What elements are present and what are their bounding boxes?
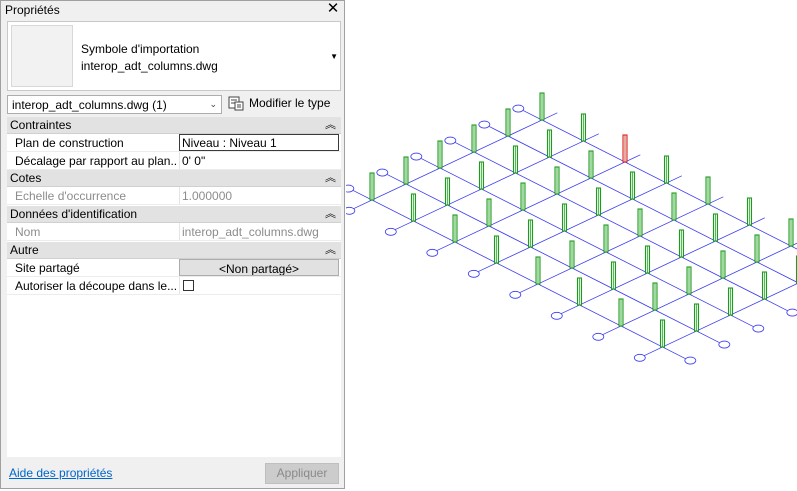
grid-bubble <box>509 290 522 299</box>
prop-label: Autoriser la découpe dans le... <box>15 279 177 293</box>
chevron-down-icon: ⌄ <box>209 99 217 109</box>
grid-line <box>436 154 641 252</box>
prop-value: 1.000000 <box>179 187 339 204</box>
prop-value-cell <box>179 277 339 294</box>
collapse-icon[interactable]: ︽ <box>325 170 336 186</box>
3d-view-canvas[interactable] <box>346 0 797 491</box>
prop-label: Plan de construction <box>15 136 124 150</box>
apply-button[interactable]: Appliquer <box>265 463 339 484</box>
grid-bubble <box>467 269 480 278</box>
prop-row-echelle: Echelle d'occurrence 1.000000 <box>7 187 341 205</box>
type-preview-image <box>11 25 73 87</box>
type-selector[interactable]: Symbole d'importation interop_adt_column… <box>7 21 341 91</box>
group-autre[interactable]: Autre ︽ <box>7 242 341 259</box>
group-cotes[interactable]: Cotes ︽ <box>7 170 341 187</box>
prop-value-input[interactable]: Niveau : Niveau 1 <box>179 134 339 151</box>
cut-checkbox[interactable] <box>183 280 194 291</box>
prop-row-site-partage[interactable]: Site partagé <Non partagé> <box>7 259 341 277</box>
grid-bubble <box>410 152 423 161</box>
group-identification[interactable]: Données d'identification ︽ <box>7 206 341 223</box>
grid-line <box>394 133 599 231</box>
prop-label: Nom <box>15 225 41 239</box>
edit-type-icon <box>228 96 244 111</box>
grid-bubble <box>718 340 731 349</box>
grid-bubble <box>752 324 765 333</box>
properties-grid: Contraintes ︽ Plan de construction Nivea… <box>7 117 341 457</box>
group-label: Données d'identification <box>10 207 138 221</box>
prop-row-autoriser-decoupe[interactable]: Autoriser la découpe dans le... <box>7 277 341 295</box>
grid-bubble <box>384 227 397 236</box>
grid-bubble <box>376 168 389 177</box>
prop-value: interop_adt_columns.dwg <box>179 223 339 240</box>
instance-filter-dropdown[interactable]: interop_adt_columns.dwg (1) ⌄ <box>7 95 222 114</box>
edit-type-button[interactable]: Modifier le type <box>228 94 338 114</box>
grid-bubble <box>426 248 439 257</box>
shared-site-button[interactable]: <Non partagé> <box>179 259 339 276</box>
grid-line <box>560 217 765 315</box>
prop-label: Décalage par rapport au plan... <box>15 154 177 168</box>
grid-bubble <box>633 353 646 362</box>
dropdown-arrow-icon[interactable]: ▼ <box>330 52 338 61</box>
prop-row-decalage[interactable]: Décalage par rapport au plan... 0' 0" <box>7 152 341 170</box>
properties-help-link[interactable]: Aide des propriétés <box>9 466 112 480</box>
collapse-icon[interactable]: ︽ <box>325 117 336 133</box>
grid-line <box>602 242 797 336</box>
grid-bubble <box>592 332 605 341</box>
grid-line <box>477 175 682 273</box>
group-label: Autre <box>10 243 39 257</box>
instance-filter-value: interop_adt_columns.dwg (1) <box>12 98 167 112</box>
prop-row-nom: Nom interop_adt_columns.dwg <box>7 223 341 241</box>
grid-bubble <box>444 136 457 145</box>
prop-label: Echelle d'occurrence <box>15 189 127 203</box>
group-label: Contraintes <box>10 118 72 132</box>
grid-line <box>643 283 797 357</box>
grid-bubble <box>550 311 563 320</box>
title-bar[interactable]: Propriétés ✕ <box>1 1 344 19</box>
prop-label: Site partagé <box>15 261 80 275</box>
panel-title: Propriétés <box>5 3 60 17</box>
collapse-icon[interactable]: ︽ <box>325 206 336 222</box>
grid-bubble <box>512 104 525 113</box>
grid-bubble <box>684 356 697 365</box>
edit-type-label: Modifier le type <box>249 96 331 110</box>
grid-bubble <box>478 120 491 129</box>
grid-line <box>519 196 724 294</box>
grid-bubble <box>786 308 797 317</box>
prop-row-plan-de-construction[interactable]: Plan de construction Niveau : Niveau 1 <box>7 134 341 152</box>
grid-bubble <box>346 184 355 193</box>
grid-bubble <box>346 206 356 215</box>
group-contraintes[interactable]: Contraintes ︽ <box>7 117 341 134</box>
group-label: Cotes <box>10 171 42 185</box>
collapse-icon[interactable]: ︽ <box>325 242 336 258</box>
type-name-label: interop_adt_columns.dwg <box>81 59 218 73</box>
grid-line <box>353 112 558 210</box>
close-icon[interactable]: ✕ <box>326 1 340 17</box>
grid-line <box>353 190 686 359</box>
prop-value-input[interactable]: 0' 0" <box>179 152 339 169</box>
type-family-label: Symbole d'importation <box>81 42 200 56</box>
properties-palette: Propriétés ✕ Symbole d'importation inter… <box>0 0 345 489</box>
